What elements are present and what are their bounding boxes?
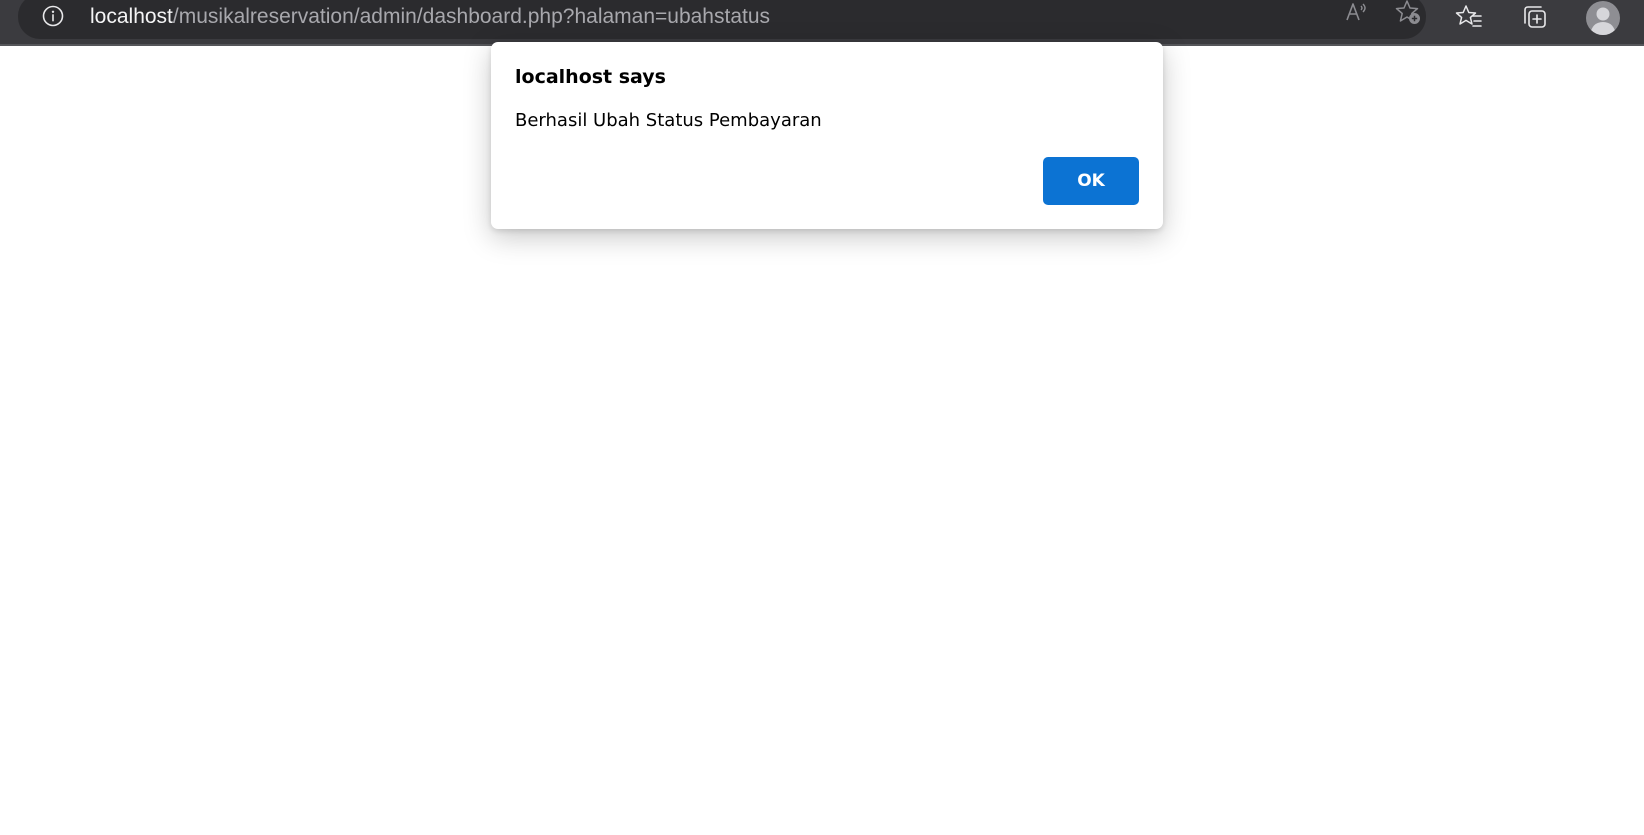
profile-avatar[interactable] xyxy=(1586,1,1620,35)
address-bar[interactable]: localhost/musikalreservation/admin/dashb… xyxy=(18,0,1426,39)
dialog-message: Berhasil Ubah Status Pembayaran xyxy=(515,110,822,131)
info-icon[interactable] xyxy=(42,5,64,27)
url-host: localhost xyxy=(90,5,173,28)
browser-toolbar: localhost/musikalreservation/admin/dashb… xyxy=(0,0,1644,46)
collections-icon[interactable] xyxy=(1521,3,1549,31)
ok-button[interactable]: OK xyxy=(1043,157,1139,205)
url-text[interactable]: localhost/musikalreservation/admin/dashb… xyxy=(90,5,770,29)
alert-dialog: localhost says Berhasil Ubah Status Pemb… xyxy=(491,42,1163,229)
dialog-title: localhost says xyxy=(515,66,666,88)
add-favorite-icon[interactable] xyxy=(1394,0,1422,26)
read-aloud-icon[interactable] xyxy=(1342,0,1370,26)
favorites-icon[interactable] xyxy=(1455,3,1483,31)
url-path: /musikalreservation/admin/dashboard.php?… xyxy=(172,5,771,28)
